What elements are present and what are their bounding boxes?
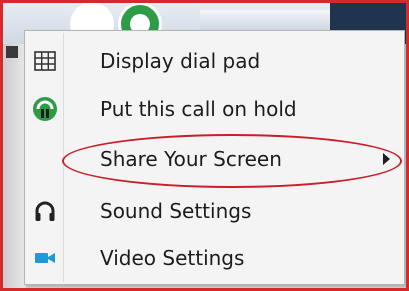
menu-item-display-dial-pad[interactable]: Display dial pad — [27, 39, 402, 83]
menu-item-label: Video Settings — [100, 246, 245, 270]
dialpad-icon — [27, 39, 63, 83]
call-hold-icon — [27, 87, 63, 131]
headset-icon — [27, 189, 63, 233]
menu-item-video-settings[interactable]: Video Settings — [27, 236, 402, 280]
background-edge-marker — [6, 46, 18, 58]
menu-item-label: Put this call on hold — [100, 97, 297, 121]
menu-item-put-call-on-hold[interactable]: Put this call on hold — [27, 87, 402, 131]
background-edge — [0, 44, 26, 291]
menu-item-label: Share Your Screen — [100, 147, 282, 171]
menu-item-label: Sound Settings — [100, 199, 252, 223]
menu-item-share-your-screen[interactable]: Share Your Screen — [27, 137, 402, 181]
call-context-menu: Display dial pad Put this call on hold S… — [24, 30, 405, 285]
background-bar — [200, 10, 330, 32]
empty-icon-slot — [27, 137, 63, 181]
menu-item-label: Display dial pad — [100, 49, 261, 73]
menu-item-sound-settings[interactable]: Sound Settings — [27, 189, 402, 233]
submenu-arrow-icon — [383, 153, 390, 165]
video-camera-icon — [27, 236, 63, 280]
